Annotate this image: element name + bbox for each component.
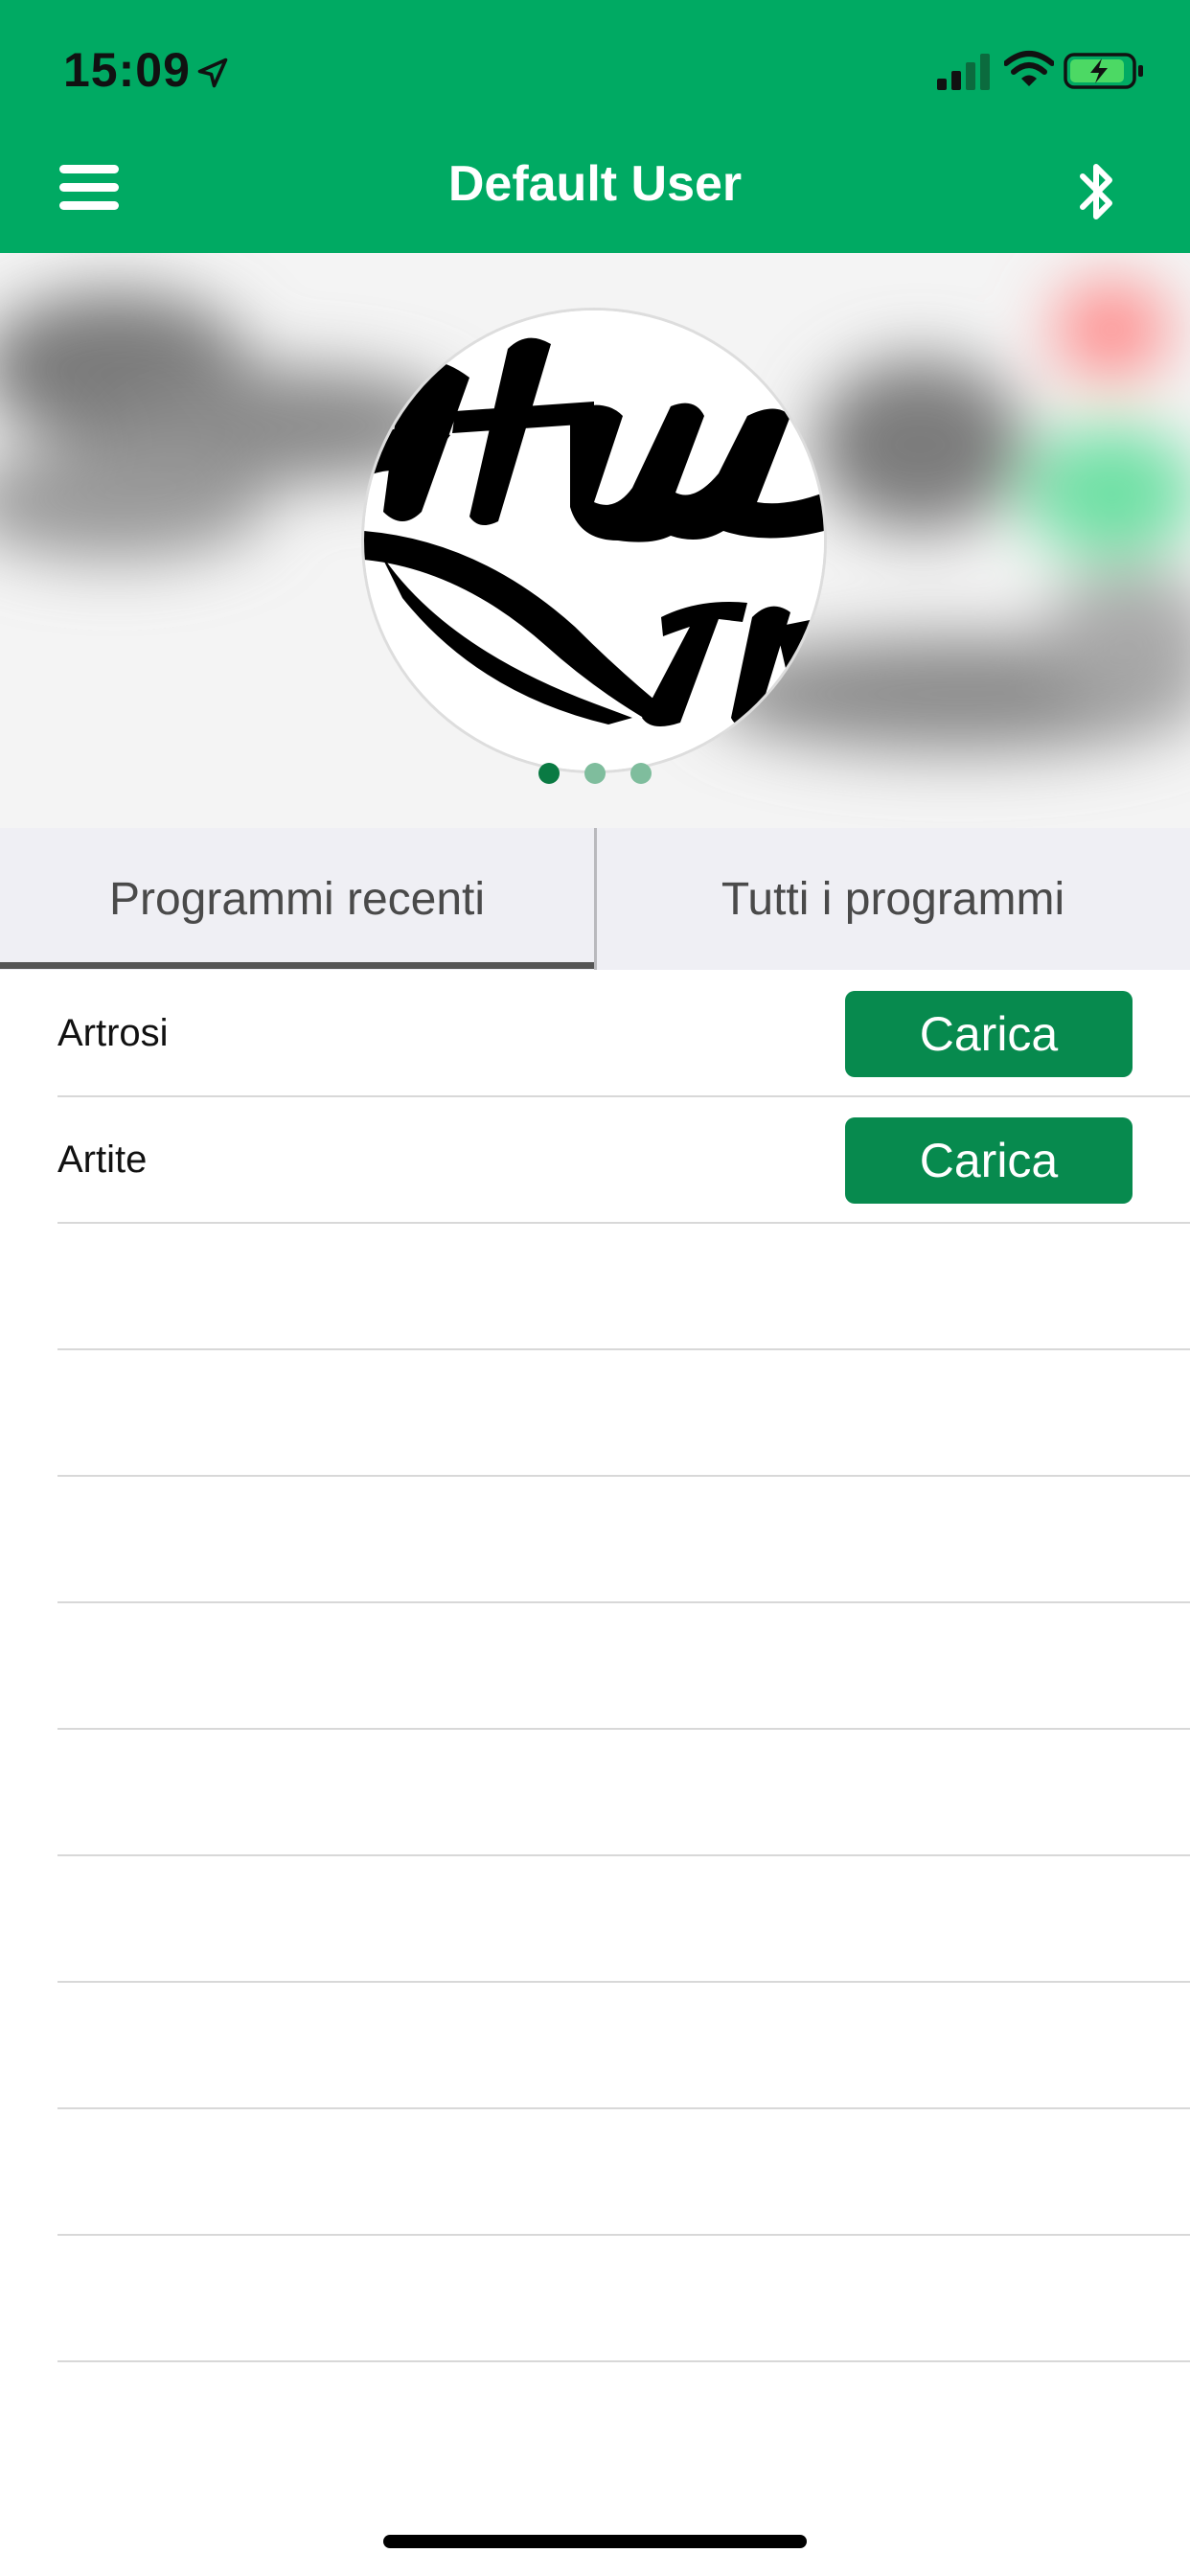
profile-avatar [364,310,824,770]
program-name: Artrosi [57,1012,169,1054]
carousel-page-indicator[interactable] [0,763,1190,786]
load-program-button[interactable]: Carica [845,991,1133,1077]
battery-charging-icon [1064,53,1143,89]
row-divider [57,1222,1190,1224]
status-time: 15:09 [63,43,191,97]
page-dot[interactable] [538,763,560,784]
row-divider [57,2234,1190,2236]
row-divider [57,1854,1190,1856]
bluetooth-icon[interactable] [1073,157,1119,226]
tab-label: Programmi recenti [108,873,486,925]
tab-recent-programs[interactable]: Programmi recenti [0,828,594,970]
row-divider [57,2107,1190,2109]
location-arrow-icon [197,58,228,88]
brand-logo [364,310,824,770]
row-divider [57,1981,1190,1983]
tab-label: Tutti i programmi [721,873,1065,925]
row-divider [57,1475,1190,1477]
page-title: Default User [447,156,743,212]
navigation-bar: 15:09 Default User [0,0,1190,253]
program-name: Artite [57,1138,148,1181]
list-item: Artrosi Carica [0,970,1190,1096]
row-divider [57,2360,1190,2362]
load-program-button[interactable]: Carica [845,1117,1133,1204]
program-tabs: Programmi recenti Tutti i programmi [0,828,1190,970]
list-item: Artite Carica [0,1096,1190,1223]
cellular-signal-icon [937,54,990,90]
page-dot[interactable] [584,763,606,784]
row-divider [57,1601,1190,1603]
page-dot[interactable] [630,763,652,784]
wifi-icon [1004,51,1054,86]
selected-tab-indicator [0,962,594,969]
home-indicator[interactable] [383,2535,807,2548]
row-divider [57,1728,1190,1730]
tab-all-programs[interactable]: Tutti i programmi [596,828,1190,970]
row-divider [57,1348,1190,1350]
